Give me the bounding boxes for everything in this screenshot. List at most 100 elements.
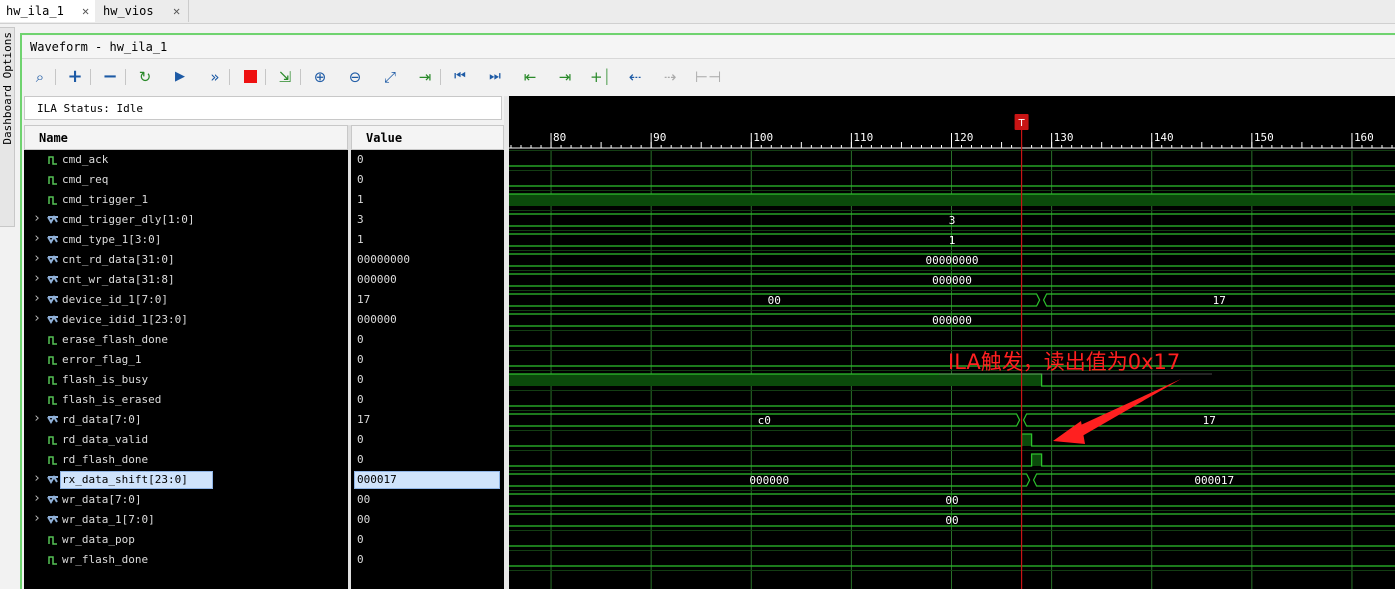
signal-value-row[interactable]: 00 <box>351 490 504 510</box>
signal-row[interactable]: wr_data_pop <box>24 530 348 550</box>
waveform-canvas[interactable]: 80 90 100 110 120 130 140 150 160 3 1 00000000 00000… <box>509 96 1395 589</box>
signal-row[interactable]: cmd_trigger_1 <box>24 190 348 210</box>
waveform-titlebar: Waveform - hw_ila_1 <box>22 36 1395 59</box>
signal-value-row[interactable]: 00000000 <box>351 250 504 270</box>
expand-chevron-icon[interactable]: › <box>33 491 41 506</box>
signal-row[interactable]: › device_idid_1[23:0] <box>24 310 348 330</box>
expand-chevron-icon[interactable]: › <box>33 311 41 326</box>
last-icon[interactable]: ⏭ <box>485 67 505 87</box>
stop-icon[interactable] <box>240 67 260 87</box>
add-marker-icon[interactable]: +⏐ <box>590 67 611 87</box>
signal-value-row[interactable]: 0 <box>351 390 504 410</box>
signal-row[interactable]: › wr_data_1[7:0] <box>24 510 348 530</box>
signal-row[interactable]: flash_is_erased <box>24 390 348 410</box>
bit-signal-icon <box>47 194 59 206</box>
signal-name: cmd_trigger_1 <box>62 193 149 206</box>
signal-value-row[interactable]: 0 <box>351 150 504 170</box>
expand-chevron-icon[interactable]: › <box>33 251 41 266</box>
signal-row[interactable]: › cmd_type_1[3:0] <box>24 230 348 250</box>
signal-value-row[interactable]: 00 <box>351 510 504 530</box>
zoom-out-icon[interactable]: ⊖ <box>345 67 365 87</box>
waveform-svg[interactable]: 80 90 100 110 120 130 140 150 160310000000000000… <box>509 96 1395 589</box>
prev-marker-icon[interactable]: ⇠ <box>625 67 645 87</box>
signal-value-row[interactable]: 000000 <box>351 310 504 330</box>
run-all-icon[interactable]: » <box>205 67 225 87</box>
signal-value-row[interactable]: 0 <box>351 550 504 570</box>
zoom-fit-icon[interactable]: ⤢ <box>380 67 400 87</box>
value-column-header[interactable]: Value <box>351 125 504 150</box>
signal-value-row[interactable]: 0 <box>351 370 504 390</box>
annotation-text: ILA触发，读出值为0x17 <box>948 350 1181 374</box>
signal-value-row[interactable]: 000000 <box>351 270 504 290</box>
signal-value-row[interactable]: 0 <box>351 170 504 190</box>
signal-name-list: cmd_ack cmd_req cmd_trigger_1 › cmd_trigger_… <box>24 150 348 589</box>
ruler-label: 160 <box>1354 131 1374 144</box>
signal-value-row[interactable]: 1 <box>351 190 504 210</box>
expand-chevron-icon[interactable]: › <box>33 471 41 486</box>
tab-hw-vios[interactable]: hw_vios ✕ <box>97 0 189 22</box>
expand-chevron-icon[interactable]: › <box>33 231 41 246</box>
expand-chevron-icon[interactable]: › <box>33 271 41 286</box>
signal-row[interactable]: › cnt_wr_data[31:8] <box>24 270 348 290</box>
expand-chevron-icon[interactable]: › <box>33 411 41 426</box>
plus-icon[interactable]: + <box>65 67 85 87</box>
next-transition-icon[interactable]: ⇥ <box>555 67 575 87</box>
expand-chevron-icon[interactable]: › <box>33 511 41 526</box>
search-icon[interactable]: ⌕ <box>30 67 50 87</box>
reset-icon[interactable]: ↻ <box>135 67 155 87</box>
export-icon[interactable]: ⇲ <box>275 67 295 87</box>
expand-chevron-icon[interactable]: › <box>33 211 41 226</box>
dashboard-options-tab[interactable]: Dashboard Options <box>0 27 15 227</box>
signal-row[interactable]: › device_id_1[7:0] <box>24 290 348 310</box>
zoom-in-icon[interactable]: ⊕ <box>310 67 330 87</box>
bus-signal-icon <box>47 474 59 486</box>
bus-signal-icon <box>47 314 59 326</box>
signal-row[interactable]: › rd_data[7:0] <box>24 410 348 430</box>
first-icon[interactable]: ⏮ <box>450 67 470 87</box>
prev-transition-icon[interactable]: ⇤ <box>520 67 540 87</box>
signal-row[interactable]: › wr_data[7:0] <box>24 490 348 510</box>
name-header-label: Name <box>39 131 68 145</box>
signal-value-row[interactable]: 0 <box>351 450 504 470</box>
bus-value-label: 000017 <box>1194 474 1234 487</box>
signal-row[interactable]: erase_flash_done <box>24 330 348 350</box>
signal-name: rd_data_valid <box>62 433 149 446</box>
signal-row[interactable]: cmd_req <box>24 170 348 190</box>
name-column-header[interactable]: Name <box>24 125 348 150</box>
signal-high-fill <box>1021 434 1032 446</box>
signal-row[interactable]: rd_flash_done <box>24 450 348 470</box>
signal-row[interactable]: error_flag_1 <box>24 350 348 370</box>
signal-row[interactable]: rd_data_valid <box>24 430 348 450</box>
swap-cursors-icon[interactable]: ⊢⊣ <box>695 67 721 87</box>
signal-value: 00 <box>357 493 371 506</box>
signal-row[interactable]: › cnt_rd_data[31:0] <box>24 250 348 270</box>
minus-icon[interactable]: − <box>100 67 120 87</box>
signal-row[interactable]: › rx_data_shift[23:0] <box>24 470 348 490</box>
signal-row[interactable]: › cmd_trigger_dly[1:0] <box>24 210 348 230</box>
signal-value-row[interactable]: 3 <box>351 210 504 230</box>
next-marker-icon[interactable]: ⇢ <box>660 67 680 87</box>
signal-row[interactable]: flash_is_busy <box>24 370 348 390</box>
signal-value-row[interactable]: 0 <box>351 330 504 350</box>
signal-value-row[interactable]: 1 <box>351 230 504 250</box>
run-icon[interactable]: ▶ <box>170 67 190 87</box>
signal-value-row[interactable]: 17 <box>351 410 504 430</box>
signal-value: 0 <box>357 393 364 406</box>
signal-row[interactable]: cmd_ack <box>24 150 348 170</box>
signal-row[interactable]: wr_flash_done <box>24 550 348 570</box>
go-to-cursor-icon[interactable]: ⇥ <box>415 67 435 87</box>
bus-value-label: 000000 <box>932 274 972 287</box>
signal-name: wr_data_pop <box>62 533 135 546</box>
close-icon[interactable]: ✕ <box>82 0 89 22</box>
tab-hw-ila-1[interactable]: hw_ila_1 ✕ <box>0 0 95 22</box>
signal-value-row[interactable]: 0 <box>351 530 504 550</box>
signal-value: 000017 <box>357 473 397 486</box>
signal-value-row[interactable]: 000017 <box>351 470 504 490</box>
bit-signal-icon <box>47 374 59 386</box>
signal-value-row[interactable]: 0 <box>351 430 504 450</box>
expand-chevron-icon[interactable]: › <box>33 291 41 306</box>
close-icon[interactable]: ✕ <box>173 0 180 22</box>
signal-value-row[interactable]: 17 <box>351 290 504 310</box>
signal-value: 0 <box>357 173 364 186</box>
signal-value-row[interactable]: 0 <box>351 350 504 370</box>
